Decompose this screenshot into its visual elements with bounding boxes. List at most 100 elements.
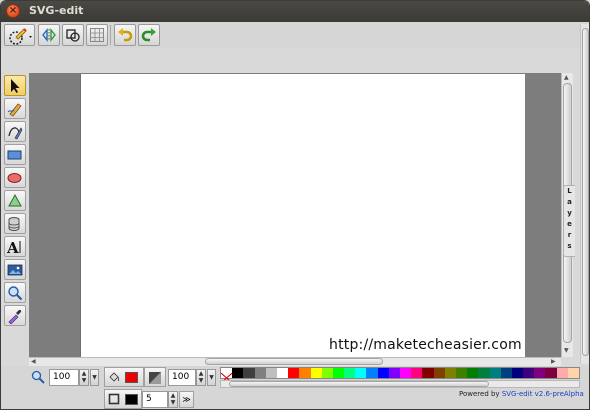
grid-button[interactable] [86,24,108,46]
palette-swatch[interactable] [321,368,333,378]
stroke-width-spinner[interactable]: ▲ ▼ [168,391,178,408]
text-icon: A [7,239,21,255]
scroll-down-arrow[interactable]: ▼ [564,347,569,354]
image-tool[interactable] [4,259,26,280]
fill-color-button[interactable] [104,367,144,387]
close-window-button[interactable]: × [6,4,20,18]
palette-swatch[interactable] [288,368,300,378]
opacity-dropdown[interactable]: ▼ [207,369,216,386]
ellipse-tool[interactable] [4,167,26,188]
stroke-width-input[interactable]: 5 [142,391,168,408]
scroll-right-arrow[interactable]: ▶ [551,358,556,365]
rectangle-tool[interactable] [4,144,26,165]
palette-swatch[interactable] [243,368,255,378]
palette-swatch[interactable] [265,368,277,378]
layers-label-letter: s [567,242,572,250]
window-vertical-scrollbar[interactable] [580,24,589,364]
title-bar: × SVG-edit [1,1,589,22]
palette-scrollbar[interactable] [220,380,580,388]
palette-swatch[interactable] [455,368,468,378]
bottom-toolbar: 100 ▲ ▼ ▼ 100 ▲ ▼ ▼ 5 ▲ ▼ ≫ Powered by SVG-… [1,366,589,409]
palette-swatch[interactable] [254,368,266,378]
text-tool[interactable]: A [4,236,26,257]
opacity-icon [149,372,161,384]
palette-swatch[interactable] [523,368,535,378]
scroll-thumb[interactable] [229,381,489,387]
zoom-spinner[interactable]: ▲ ▼ [79,369,89,386]
scroll-up-arrow[interactable]: ▲ [564,74,569,81]
svg-canvas[interactable] [80,74,525,357]
color-palette[interactable] [220,367,580,384]
zoom-dropdown[interactable]: ▼ [90,369,99,386]
canvas-horizontal-scrollbar[interactable]: ◀ ▶ [29,357,561,366]
palette-swatch[interactable] [511,368,524,378]
shape-library-tool[interactable] [4,213,26,234]
svg-text:A: A [7,239,19,255]
stroke-color-button[interactable] [104,389,142,409]
zoom-input[interactable]: 100 [49,369,79,386]
toolbar-separator [110,25,111,45]
opacity-input[interactable]: 100 [168,369,196,386]
undo-button[interactable] [114,24,136,46]
wireframe-icon [42,28,56,42]
opacity-spinner[interactable]: ▲ ▼ [196,369,206,386]
wireframe-button[interactable] [38,24,60,46]
pencil-tool[interactable] [4,98,26,119]
palette-swatch[interactable] [232,368,244,378]
palette-swatch[interactable] [422,368,434,378]
palette-swatch[interactable] [500,368,512,378]
work-area [29,73,573,357]
palette-swatch[interactable] [411,368,423,378]
palette-swatch[interactable] [444,368,456,378]
palette-swatch[interactable] [366,368,378,378]
path-icon [8,127,23,140]
palette-swatch[interactable] [388,368,400,378]
palette-swatch[interactable] [556,368,568,378]
stroke-icon [108,393,120,405]
zoom-icon [8,286,23,301]
scroll-thumb[interactable] [582,28,589,356]
palette-swatch[interactable] [433,368,445,378]
fill-opacity-button[interactable] [144,367,166,387]
powered-prefix: Powered by [459,390,500,398]
fill-color-swatch [125,372,138,383]
palette-swatch[interactable] [310,368,322,378]
palette-swatch[interactable] [299,368,311,378]
paint-bucket-icon [109,372,120,382]
scroll-left-arrow[interactable]: ◀ [31,358,36,365]
more-stroke-options-button[interactable]: ≫ [179,391,194,408]
palette-swatch[interactable] [534,368,546,378]
palette-swatch[interactable] [467,368,479,378]
library-icon [8,217,20,231]
source-button[interactable] [62,24,84,46]
palette-swatch[interactable] [355,368,367,378]
redo-button[interactable] [138,24,160,46]
window-title: SVG-edit [29,4,84,17]
polygon-tool[interactable] [4,190,26,211]
scroll-thumb[interactable] [205,358,383,365]
palette-swatch[interactable] [478,368,490,378]
palette-swatch[interactable] [276,368,289,378]
image-icon [7,264,23,276]
rect-icon [7,150,22,160]
path-tool[interactable] [4,121,26,142]
palette-swatch[interactable] [344,368,356,378]
zoom-tool[interactable] [4,282,26,303]
palette-swatch[interactable] [489,368,501,378]
powered-by-text: Powered by SVG-edit v2.6-preAlpha [459,390,584,398]
palette-swatch[interactable] [332,368,345,378]
palette-swatch[interactable] [377,368,389,378]
palette-swatch[interactable] [545,368,557,378]
main-menu-button[interactable] [4,24,35,46]
palette-swatch[interactable] [567,368,579,378]
palette-swatch[interactable] [400,368,412,378]
select-tool[interactable] [4,75,26,96]
redo-icon [141,28,156,42]
app-window: × SVG-edit A ▲ ▼ L a y e r s ◀ ▶ http://… [0,0,590,410]
layers-panel-tab[interactable]: L a y e r s [563,185,575,257]
eyedropper-tool[interactable] [4,305,26,326]
no-color-swatch[interactable] [220,368,233,384]
svg-edit-link[interactable]: SVG-edit v2.6-preAlpha [502,390,584,398]
layers-label-letter: r [567,231,572,239]
undo-icon [118,28,133,42]
